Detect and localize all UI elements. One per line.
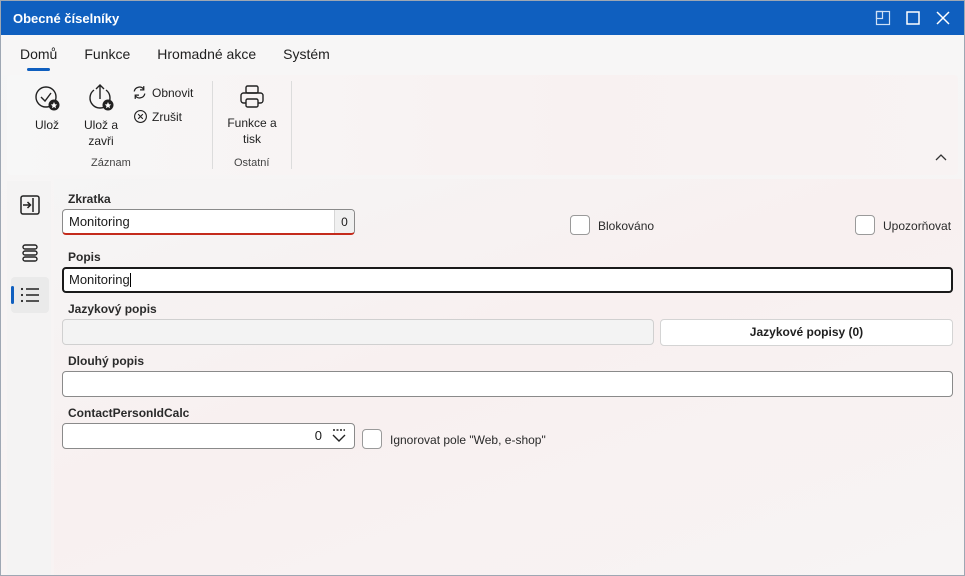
popis-value: Monitoring <box>69 272 130 287</box>
window: Obecné číselníky Domů Funkce Hromadné ak… <box>0 0 965 576</box>
collapse-ribbon-button[interactable] <box>934 151 948 165</box>
print-button[interactable]: Funkce a tisk <box>225 83 279 147</box>
save-close-button[interactable]: Ulož a zavři <box>79 81 123 149</box>
jazykove-popisy-button[interactable]: Jazykové popisy (0) <box>660 319 953 346</box>
dlouhy-popis-label: Dlouhý popis <box>68 354 144 368</box>
jazykovy-popis-label: Jazykový popis <box>68 302 157 316</box>
tab-system[interactable]: Systém <box>283 35 330 75</box>
form-content: Zkratka Monitoring 0 Blokováno Upozorňov… <box>54 179 962 575</box>
dlouhy-popis-field[interactable] <box>62 371 953 397</box>
save-close-icon <box>89 84 114 111</box>
printer-icon <box>240 85 264 108</box>
cancel-icon <box>134 110 147 123</box>
nav-list-button[interactable] <box>11 277 49 313</box>
upozornovat-label: Upozorňovat <box>883 219 952 233</box>
blokovano-label: Blokováno <box>598 219 655 233</box>
maximize-button[interactable] <box>898 1 928 35</box>
zkratka-label: Zkratka <box>68 192 111 206</box>
cancel-button[interactable]: Zrušit <box>133 109 182 124</box>
text-cursor <box>129 272 131 287</box>
tab-domu[interactable]: Domů <box>20 35 57 75</box>
blokovano-checkbox[interactable] <box>570 215 590 235</box>
list-icon <box>20 287 39 303</box>
save-close-label-1: Ulož a <box>83 118 118 132</box>
group-separator <box>291 81 292 169</box>
group-label-record: Záznam <box>91 157 131 169</box>
side-navigation <box>7 181 51 575</box>
ribbon: Ulož Ulož a zavři Obnovit Zrušit Záznam … <box>7 75 958 175</box>
print-label-2: tisk <box>243 132 261 146</box>
save-close-label-2: zavři <box>88 134 114 148</box>
snap-icon <box>875 10 891 26</box>
nav-detail-button[interactable] <box>11 187 49 223</box>
ignorovat-label: Ignorovat pole "Web, e-shop" <box>390 433 546 447</box>
zkratka-counter: 0 <box>334 210 354 233</box>
dropdown-icon[interactable] <box>331 429 347 443</box>
tab-funkce[interactable]: Funkce <box>84 35 130 75</box>
close-icon <box>936 11 950 25</box>
nav-database-button[interactable] <box>11 235 49 271</box>
popis-label: Popis <box>68 250 101 264</box>
title-bar: Obecné číselníky <box>1 1 964 35</box>
contact-value: 0 <box>314 428 322 443</box>
snap-layout-button[interactable] <box>868 1 898 35</box>
zkratka-field[interactable]: Monitoring 0 <box>62 209 355 235</box>
popis-field[interactable]: Monitoring <box>62 267 953 293</box>
layers-icon <box>22 244 38 262</box>
ribbon-tabs: Domů Funkce Hromadné akce Systém <box>1 35 964 75</box>
refresh-icon <box>133 86 146 99</box>
panel-enter-icon <box>20 195 40 215</box>
contact-label: ContactPersonIdCalc <box>68 406 190 420</box>
ignorovat-checkbox[interactable] <box>362 429 382 449</box>
maximize-icon <box>906 11 920 25</box>
refresh-label: Obnovit <box>152 85 194 100</box>
save-check-icon <box>35 86 60 111</box>
zkratka-value: Monitoring <box>69 214 130 229</box>
group-separator <box>212 81 213 169</box>
upozornovat-checkbox[interactable] <box>855 215 875 235</box>
chevron-up-icon <box>935 154 947 161</box>
cancel-label: Zrušit <box>152 109 182 124</box>
close-button[interactable] <box>928 1 958 35</box>
refresh-button[interactable]: Obnovit <box>131 84 193 101</box>
save-label: Ulož <box>34 118 59 132</box>
contact-field[interactable]: 0 <box>62 423 355 449</box>
print-label-1: Funkce a <box>227 116 277 130</box>
window-title: Obecné číselníky <box>13 10 120 26</box>
tab-hromadne-akce[interactable]: Hromadné akce <box>157 35 256 75</box>
group-label-other: Ostatní <box>234 157 270 169</box>
save-button[interactable]: Ulož <box>25 83 69 133</box>
jazykovy-popis-field <box>62 319 654 345</box>
